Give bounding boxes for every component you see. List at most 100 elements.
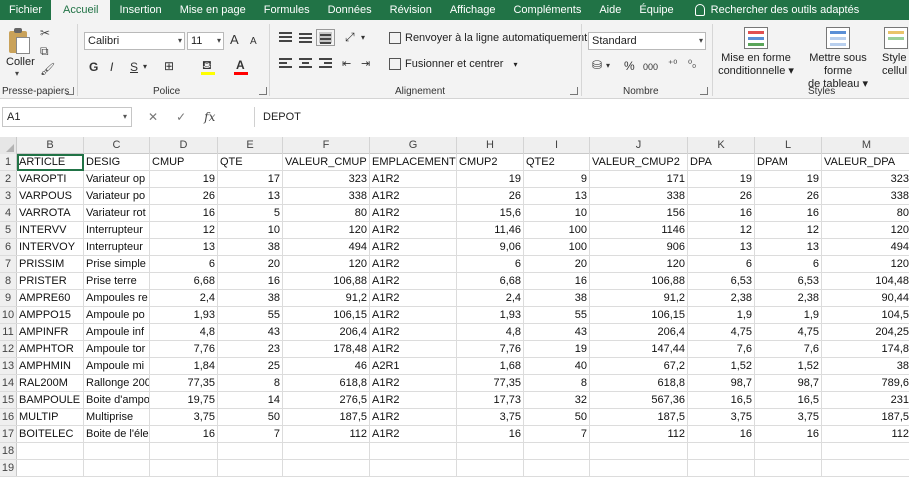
tab-10[interactable]: Équipe: [630, 0, 682, 20]
cell[interactable]: [150, 443, 218, 459]
tab-1[interactable]: Accueil: [51, 0, 111, 20]
cell[interactable]: 46: [283, 358, 370, 374]
cell[interactable]: VALEUR_CMUP: [283, 154, 370, 170]
cell[interactable]: VALEUR_CMUP2: [590, 154, 688, 170]
cell[interactable]: A1R2: [370, 222, 457, 238]
cut-icon[interactable]: ✂: [40, 27, 50, 39]
cell[interactable]: 55: [218, 307, 283, 323]
cell[interactable]: 38: [822, 358, 909, 374]
cell[interactable]: 4,75: [755, 324, 822, 340]
shrink-font-button[interactable]: A: [250, 35, 257, 49]
cell[interactable]: [218, 443, 283, 459]
row-header[interactable]: 7: [0, 256, 17, 272]
cell[interactable]: 338: [822, 188, 909, 204]
cell[interactable]: VARROTA: [17, 205, 84, 221]
cell[interactable]: 1,68: [457, 358, 524, 374]
cell[interactable]: 187,5: [283, 409, 370, 425]
cell[interactable]: 120: [283, 222, 370, 238]
cell[interactable]: 6,53: [688, 273, 755, 289]
cell[interactable]: AMPINFR: [17, 324, 84, 340]
cell[interactable]: Boite de l'éle: [84, 426, 150, 442]
cell[interactable]: 567,36: [590, 392, 688, 408]
cell[interactable]: 55: [524, 307, 590, 323]
cell[interactable]: MULTIP: [17, 409, 84, 425]
row-header[interactable]: 14: [0, 375, 17, 391]
cell[interactable]: 26: [755, 188, 822, 204]
cell[interactable]: A1R2: [370, 239, 457, 255]
align-center-icon[interactable]: [299, 58, 312, 69]
grow-font-button[interactable]: A: [230, 33, 239, 47]
row-header[interactable]: 8: [0, 273, 17, 289]
number-format-select[interactable]: Standard ▾: [588, 32, 706, 50]
cell[interactable]: 206,4: [590, 324, 688, 340]
cell[interactable]: 17,73: [457, 392, 524, 408]
percent-button[interactable]: %: [624, 59, 635, 73]
cell[interactable]: 38: [524, 290, 590, 306]
cell[interactable]: A1R2: [370, 188, 457, 204]
cell[interactable]: A1R2: [370, 426, 457, 442]
cell[interactable]: 906: [590, 239, 688, 255]
tab-6[interactable]: Révision: [381, 0, 441, 20]
column-header[interactable]: H: [457, 137, 524, 154]
cell[interactable]: 77,35: [150, 375, 218, 391]
column-header[interactable]: B: [17, 137, 84, 154]
cell[interactable]: 43: [218, 324, 283, 340]
cell[interactable]: 12: [688, 222, 755, 238]
cell[interactable]: [17, 443, 84, 459]
column-header[interactable]: L: [755, 137, 822, 154]
cell[interactable]: Interrupteur: [84, 222, 150, 238]
cell[interactable]: [84, 443, 150, 459]
cell[interactable]: 67,2: [590, 358, 688, 374]
cell[interactable]: 147,44: [590, 341, 688, 357]
tab-8[interactable]: Compléments: [504, 0, 590, 20]
cell[interactable]: 16: [755, 205, 822, 221]
cell[interactable]: 7: [524, 426, 590, 442]
cell[interactable]: 6,53: [755, 273, 822, 289]
cell[interactable]: CMUP2: [457, 154, 524, 170]
cell[interactable]: A1R2: [370, 341, 457, 357]
cell[interactable]: 40: [524, 358, 590, 374]
cell[interactable]: 16,5: [755, 392, 822, 408]
cell[interactable]: 1,9: [755, 307, 822, 323]
cell[interactable]: [590, 443, 688, 459]
align-top-icon[interactable]: [279, 32, 292, 43]
cell[interactable]: INTERVOY: [17, 239, 84, 255]
row-header[interactable]: 13: [0, 358, 17, 374]
cell[interactable]: 1146: [590, 222, 688, 238]
cell[interactable]: 3,75: [150, 409, 218, 425]
cell[interactable]: A1R2: [370, 392, 457, 408]
row-header[interactable]: 19: [0, 460, 17, 476]
cell[interactable]: AMPHTOR: [17, 341, 84, 357]
cell[interactable]: 16: [150, 205, 218, 221]
tell-me-search[interactable]: Rechercher des outils adaptés: [683, 0, 859, 20]
insert-function-button[interactable]: fx: [204, 110, 215, 124]
accounting-format-icon[interactable]: ⛁: [592, 58, 602, 72]
column-header[interactable]: E: [218, 137, 283, 154]
cell[interactable]: 6: [755, 256, 822, 272]
cell[interactable]: 19: [457, 171, 524, 187]
cell[interactable]: 120: [283, 256, 370, 272]
cell[interactable]: 17: [218, 171, 283, 187]
cell[interactable]: 156: [590, 205, 688, 221]
cell[interactable]: A2R1: [370, 358, 457, 374]
cell[interactable]: 20: [524, 256, 590, 272]
cell[interactable]: 618,8: [590, 375, 688, 391]
merge-center-button[interactable]: Fusionner et centrer ▾: [389, 58, 517, 70]
cell[interactable]: 100: [524, 222, 590, 238]
cell[interactable]: 19: [688, 171, 755, 187]
row-header[interactable]: 1: [0, 154, 17, 170]
row-header[interactable]: 16: [0, 409, 17, 425]
cell[interactable]: 3,75: [688, 409, 755, 425]
cell[interactable]: 50: [218, 409, 283, 425]
tab-2[interactable]: Insertion: [110, 0, 170, 20]
cell[interactable]: 16: [218, 273, 283, 289]
cell[interactable]: INTERVV: [17, 222, 84, 238]
cell[interactable]: Boite d'ampo: [84, 392, 150, 408]
tab-4[interactable]: Formules: [255, 0, 319, 20]
align-middle-icon[interactable]: [299, 32, 312, 43]
cell[interactable]: 13: [688, 239, 755, 255]
cell[interactable]: 1,93: [150, 307, 218, 323]
cell[interactable]: 6,68: [150, 273, 218, 289]
cell[interactable]: Ampoule inf: [84, 324, 150, 340]
enter-icon[interactable]: ✓: [176, 110, 186, 124]
